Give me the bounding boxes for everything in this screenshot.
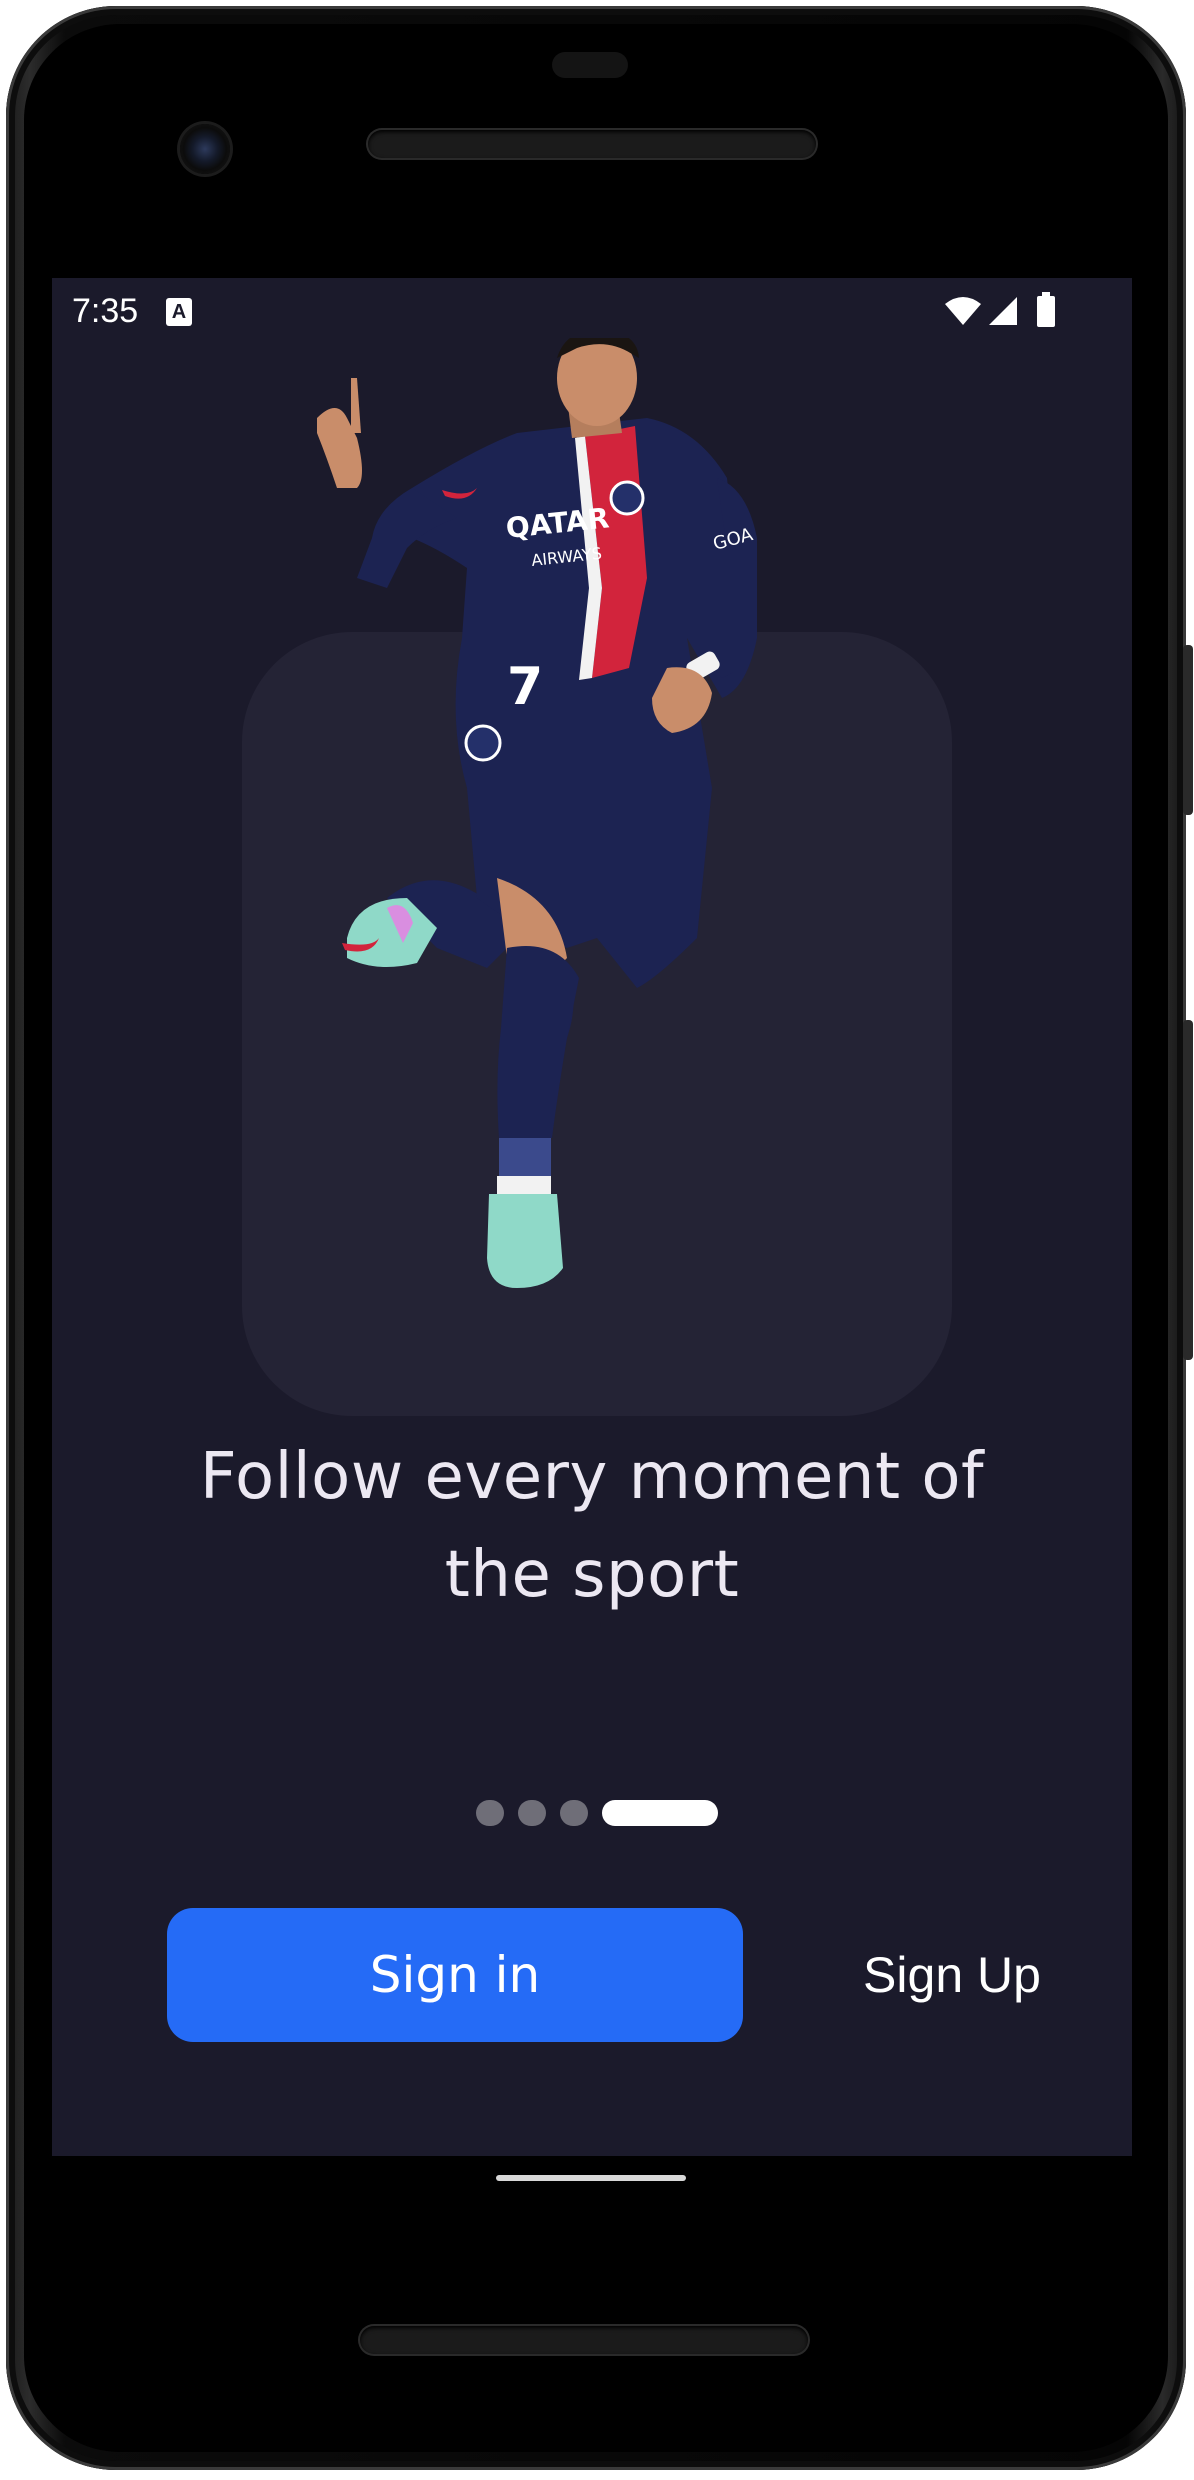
cell-signal-icon [989,297,1017,325]
app-screen: 7:35 A QATAR AIRWAYS 7 GOA Follow every … [52,278,1132,2156]
page-dot-1[interactable] [476,1800,504,1826]
proximity-sensor [552,52,628,78]
onboarding-headline: Follow every moment of the sport [112,1428,1072,1624]
bottom-speaker [360,2326,808,2354]
home-gesture-bar[interactable] [496,2175,686,2181]
earpiece-speaker [368,130,816,158]
wifi-icon [945,297,981,325]
battery-icon [1037,292,1055,327]
page-dot-4-active[interactable] [602,1800,718,1826]
sign-up-button[interactable]: Sign Up [832,1908,1072,2042]
page-indicator [476,1800,718,1826]
notification-a-icon: A [166,298,192,326]
sign-in-button[interactable]: Sign in [167,1908,743,2042]
player-illustration: QATAR AIRWAYS 7 GOA [317,338,757,1288]
club-crest-icon [609,480,645,516]
status-time: 7:35 [72,292,139,330]
page-dot-3[interactable] [560,1800,588,1826]
headline-line-2: the sport [444,1538,740,1612]
jersey-number-text: 7 [507,657,543,717]
page-dot-2[interactable] [518,1800,546,1826]
volume-button [1183,1020,1193,1360]
headline-line-1: Follow every moment of [199,1440,985,1514]
power-button [1183,645,1193,815]
front-camera-icon [180,124,230,174]
shorts-crest-icon [464,724,502,762]
